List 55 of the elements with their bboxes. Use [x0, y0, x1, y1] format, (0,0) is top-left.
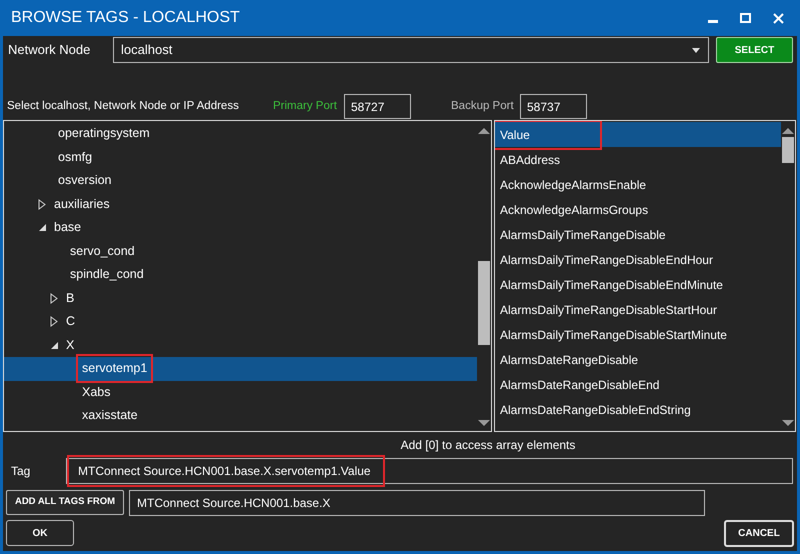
tag-label: Tag — [11, 463, 32, 480]
property-item[interactable]: Value — [495, 122, 781, 147]
dropdown-caret-icon[interactable] — [692, 48, 700, 52]
tree-item[interactable]: C — [4, 310, 477, 334]
hint-text: Select localhost, Network Node or IP Address — [7, 98, 240, 114]
property-item[interactable]: AlarmsDailyTimeRangeDisableStartHour — [495, 297, 781, 322]
tree-item[interactable]: Xabs — [4, 380, 477, 404]
property-item[interactable]: ABAddress — [495, 147, 781, 172]
tree-item[interactable]: operatingsystem — [4, 122, 477, 146]
property-item[interactable]: AlarmsDateRangeDisable — [495, 347, 781, 372]
backup-port-field[interactable]: 58737 — [520, 94, 587, 119]
close-icon[interactable] — [773, 12, 784, 24]
tree-item[interactable]: servo_cond — [4, 240, 477, 263]
network-node-dropdown[interactable]: localhost — [113, 37, 709, 63]
maximize-icon[interactable] — [740, 13, 751, 23]
expanded-triangle-icon[interactable] — [38, 223, 47, 232]
tree-item[interactable]: auxiliaries — [4, 192, 477, 216]
tree-item[interactable]: osmfg — [4, 146, 477, 169]
property-item[interactable]: AcknowledgeAlarmsEnable — [495, 172, 781, 197]
tree-item[interactable]: X — [4, 334, 477, 357]
collapsed-triangle-icon[interactable] — [50, 292, 58, 304]
ok-button[interactable]: OK — [6, 520, 74, 546]
scroll-thumb[interactable] — [478, 261, 490, 345]
scroll-up-icon[interactable] — [478, 127, 490, 135]
property-item[interactable]: AcknowledgeAlarmsGroups — [495, 197, 781, 222]
tree-item[interactable]: osversion — [4, 169, 477, 192]
tree-item[interactable]: xaxisstate — [4, 404, 477, 428]
property-item[interactable]: AlarmsDailyTimeRangeDisableEndMinute — [495, 272, 781, 297]
network-node-label: Network Node — [8, 41, 92, 60]
array-hint-text: Add [0] to access array elements — [400, 436, 576, 454]
scroll-up-icon[interactable] — [782, 127, 794, 135]
window-title: BROWSE TAGS - LOCALHOST — [11, 8, 240, 28]
scroll-thumb[interactable] — [782, 137, 794, 163]
property-item[interactable]: AlarmsDailyTimeRangeDisable — [495, 222, 781, 247]
cancel-button[interactable]: CANCEL — [724, 520, 794, 546]
property-item[interactable]: AlarmsDateRangeDisableEndString — [495, 397, 781, 422]
collapsed-triangle-icon[interactable] — [50, 316, 58, 328]
tree-item[interactable]: B — [4, 286, 477, 310]
property-item[interactable]: AlarmsDateRangeDisableEnd — [495, 372, 781, 397]
expanded-triangle-icon[interactable] — [50, 340, 59, 350]
property-item[interactable]: AlarmsDailyTimeRangeDisableEndHour — [495, 247, 781, 272]
tree-item[interactable]: spindle_cond — [4, 263, 477, 286]
scroll-down-icon[interactable] — [478, 419, 490, 427]
add-all-tags-button[interactable]: ADD ALL TAGS FROM — [6, 490, 124, 515]
tree-item[interactable]: base — [4, 216, 477, 240]
primary-port-field[interactable]: 58727 — [344, 94, 411, 119]
collapsed-triangle-icon[interactable] — [38, 198, 46, 210]
backup-port-label: Backup Port — [451, 98, 515, 114]
scroll-down-icon[interactable] — [782, 419, 794, 427]
tag-field[interactable]: MTConnect Source.HCN001.base.X.servotemp1.Value — [66, 458, 793, 484]
primary-port-label: Primary Port — [273, 98, 338, 114]
select-button[interactable]: SELECT — [716, 37, 793, 63]
add-all-path-field[interactable]: MTConnect Source.HCN001.base.X — [129, 490, 705, 516]
tree-item[interactable]: servotemp1 — [4, 357, 477, 380]
property-item[interactable]: AlarmsDailyTimeRangeDisableStartMinute — [495, 322, 781, 347]
